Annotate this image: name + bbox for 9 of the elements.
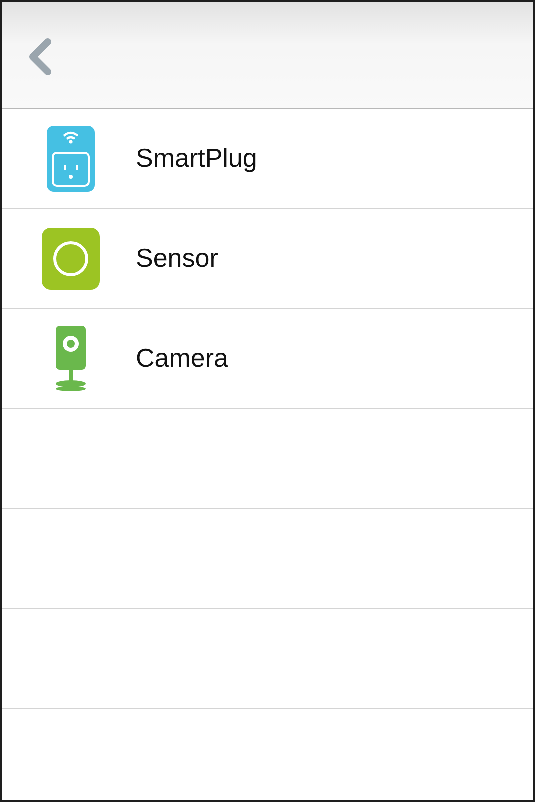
device-name: SmartPlug [136, 143, 258, 174]
device-row[interactable]: Sensor [2, 209, 533, 309]
device-row[interactable]: SmartPlug [2, 109, 533, 209]
device-name: Sensor [136, 243, 218, 274]
device-row[interactable]: Camera [2, 309, 533, 409]
device-name: Camera [136, 343, 228, 374]
camera-icon [54, 326, 88, 392]
sensor-icon [42, 228, 100, 290]
smart-plug-icon [47, 126, 95, 192]
